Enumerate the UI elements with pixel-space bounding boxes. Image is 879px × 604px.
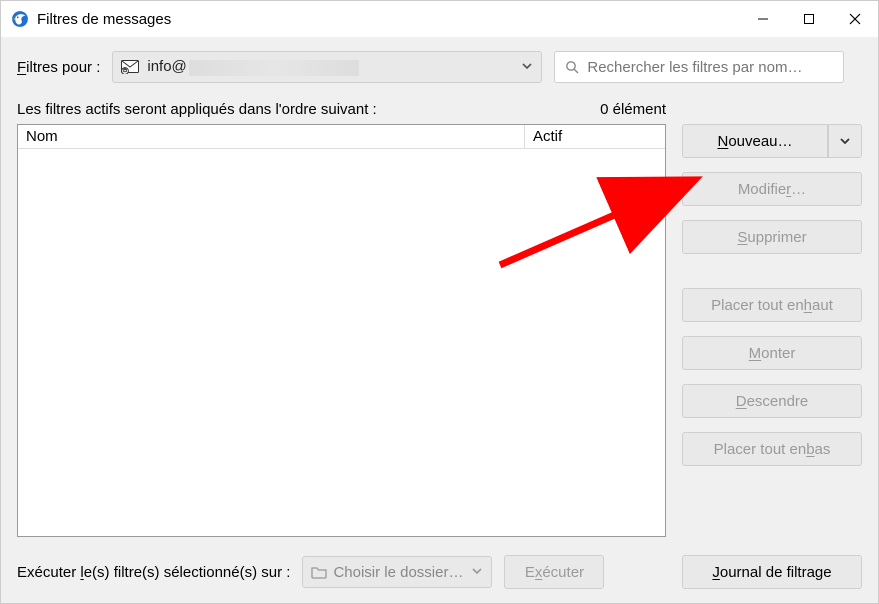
side-buttons: Nouveau… Modifier… Supprimer Placer tout… (682, 124, 862, 537)
mid-header: Les filtres actifs seront appliqués dans… (17, 101, 862, 118)
table-header: Nom Actif (18, 125, 665, 149)
window-title: Filtres de messages (37, 11, 171, 28)
move-up-button[interactable]: Monter (682, 336, 862, 370)
move-down-button[interactable]: Descendre (682, 384, 862, 418)
chevron-down-icon (521, 59, 533, 75)
search-placeholder: Rechercher les filtres par nom… (587, 59, 802, 76)
account-select[interactable]: info@ (112, 51, 542, 83)
folder-icon (311, 565, 327, 579)
folder-placeholder: Choisir le dossier… (333, 564, 471, 581)
maximize-button[interactable] (786, 3, 832, 35)
new-button-dropdown[interactable] (828, 124, 862, 158)
search-icon (565, 60, 579, 74)
delete-button[interactable]: Supprimer (682, 220, 862, 254)
order-caption: Les filtres actifs seront appliqués dans… (17, 101, 600, 118)
minimize-button[interactable] (740, 3, 786, 35)
new-button[interactable]: Nouveau… (682, 124, 828, 158)
bottom-row: Exécuter le(s) filtre(s) sélectionné(s) … (17, 555, 862, 589)
move-bottom-button[interactable]: Placer tout en bas (682, 432, 862, 466)
table-body[interactable] (18, 149, 665, 536)
close-button[interactable] (832, 3, 878, 35)
modify-button[interactable]: Modifier… (682, 172, 862, 206)
redacted-account (189, 60, 359, 76)
account-text: info@ (147, 58, 358, 75)
filters-table[interactable]: Nom Actif (17, 124, 666, 537)
mid-area: Nom Actif Nouveau… Modifier… Supprimer P… (17, 124, 862, 537)
thunderbird-icon (11, 10, 29, 28)
content-area: Filtres pour : info@ Rechercher les filt (1, 37, 878, 603)
search-input[interactable]: Rechercher les filtres par nom… (554, 51, 844, 83)
item-count: 0 élément (600, 101, 666, 118)
filter-log-button[interactable]: Journal de filtrage (682, 555, 862, 589)
folder-select[interactable]: Choisir le dossier… (302, 556, 492, 588)
top-row: Filtres pour : info@ Rechercher les filt (17, 51, 862, 83)
new-button-split: Nouveau… (682, 124, 862, 158)
titlebar: Filtres de messages (1, 1, 878, 37)
move-top-button[interactable]: Placer tout en haut (682, 288, 862, 322)
execute-button[interactable]: Exécuter (504, 555, 604, 589)
run-on-label: Exécuter le(s) filtre(s) sélectionné(s) … (17, 564, 290, 581)
col-nom[interactable]: Nom (18, 125, 525, 148)
filters-for-label: Filtres pour : (17, 59, 100, 76)
mail-icon (121, 60, 139, 74)
col-actif[interactable]: Actif (525, 125, 665, 148)
chevron-down-icon (471, 564, 483, 580)
